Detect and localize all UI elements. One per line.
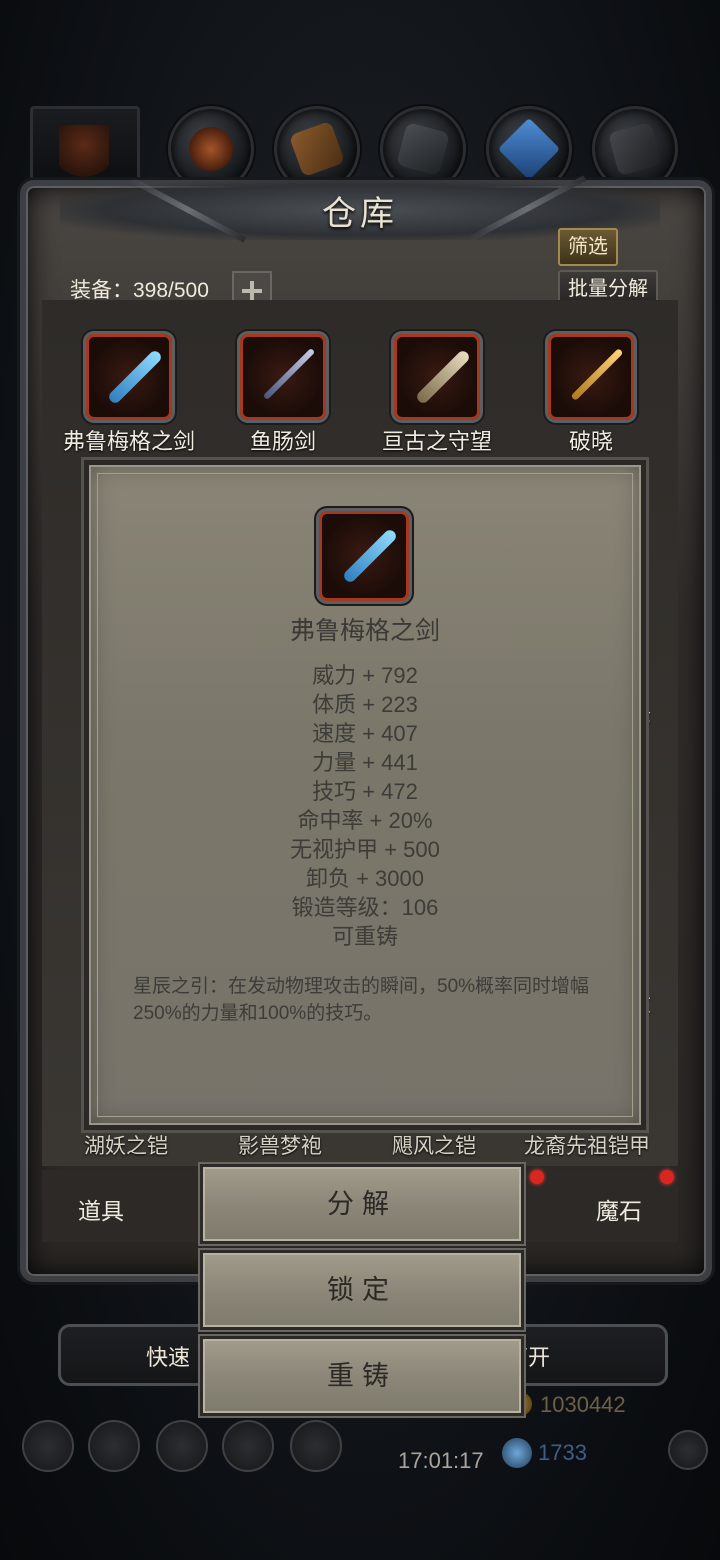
item-name-partial: 飓风之铠 xyxy=(392,1135,476,1158)
wood-icon xyxy=(288,120,346,178)
sword-icon xyxy=(86,334,172,420)
item-name-partial: 影兽梦袍 xyxy=(238,1135,322,1158)
recast-button[interactable]: 重铸 xyxy=(200,1336,524,1416)
inventory-item[interactable]: 破晓 xyxy=(516,334,666,456)
lock-button[interactable]: 锁定 xyxy=(200,1250,524,1330)
sword-icon xyxy=(394,334,480,420)
gem-icon xyxy=(502,1438,532,1468)
mail-icon[interactable] xyxy=(222,1420,274,1472)
tooltip-stats: 威力 + 792 体质 + 223 速度 + 407 力量 + 441 技巧 +… xyxy=(89,661,641,951)
item-name: 破晓 xyxy=(568,429,613,454)
gem-amount: 1733 xyxy=(538,1440,587,1465)
inventory-item[interactable]: 亘古之守望 xyxy=(362,334,512,456)
stat-line: 命中率 + 20% xyxy=(297,808,433,833)
stat-line: 体质 + 223 xyxy=(312,692,418,717)
stat-line: 卸负 + 3000 xyxy=(305,866,424,891)
inventory-item[interactable]: 鱼肠剑 xyxy=(208,334,358,456)
quick-button[interactable]: 快速 xyxy=(146,1340,190,1372)
sword-icon xyxy=(319,511,409,601)
tab-magic-stones[interactable]: 魔石 xyxy=(596,1192,642,1226)
clock: 17:01:17 xyxy=(398,1448,484,1473)
notification-dot xyxy=(530,1170,544,1184)
iron-ingot-icon xyxy=(396,122,450,176)
achievement-icon[interactable] xyxy=(88,1420,140,1472)
stone-icon xyxy=(608,122,662,176)
item-name-partial: 湖妖之铠 xyxy=(84,1135,168,1158)
item-name: 弗鲁梅格之剑 xyxy=(62,429,195,454)
sword-shield-icon[interactable] xyxy=(290,1420,342,1472)
decompose-button[interactable]: 分解 xyxy=(200,1164,524,1244)
inventory-item[interactable]: 弗鲁梅格之剑 xyxy=(54,334,204,456)
filter-button[interactable]: 筛选 xyxy=(558,228,618,266)
crystal-icon xyxy=(497,117,561,181)
notification-dot xyxy=(660,1170,674,1184)
settings-gear-icon[interactable] xyxy=(22,1420,74,1472)
tooltip-description: 星辰之引：在发动物理攻击的瞬间，50%概率同时增幅250%的力量和100%的技巧… xyxy=(133,976,590,1024)
stat-line: 力量 + 441 xyxy=(312,750,418,775)
stat-line: 速度 + 407 xyxy=(312,721,418,746)
item-name: 鱼肠剑 xyxy=(249,429,316,454)
stat-line: 威力 + 792 xyxy=(312,663,418,688)
item-name-partial: 龙裔先祖铠甲 xyxy=(524,1135,650,1158)
item-name: 亘古之守望 xyxy=(381,429,492,454)
stat-line: 无视护甲 + 500 xyxy=(290,837,440,862)
add-gem-icon[interactable] xyxy=(668,1430,708,1470)
item-tooltip: 弗鲁梅格之剑 威力 + 792 体质 + 223 速度 + 407 力量 + 4… xyxy=(84,460,646,1130)
stat-line: 可重铸 xyxy=(331,924,398,949)
mask-icon[interactable] xyxy=(156,1420,208,1472)
potion-icon xyxy=(189,127,233,171)
sword-icon xyxy=(240,334,326,420)
stat-line: 技巧 + 472 xyxy=(312,779,418,804)
gold-amount: 1030442 xyxy=(540,1392,626,1417)
stat-line: 锻造等级：106 xyxy=(291,895,439,920)
tab-items[interactable]: 道具 xyxy=(78,1192,124,1226)
tooltip-item-name: 弗鲁梅格之剑 xyxy=(289,617,440,645)
sword-icon xyxy=(548,334,634,420)
